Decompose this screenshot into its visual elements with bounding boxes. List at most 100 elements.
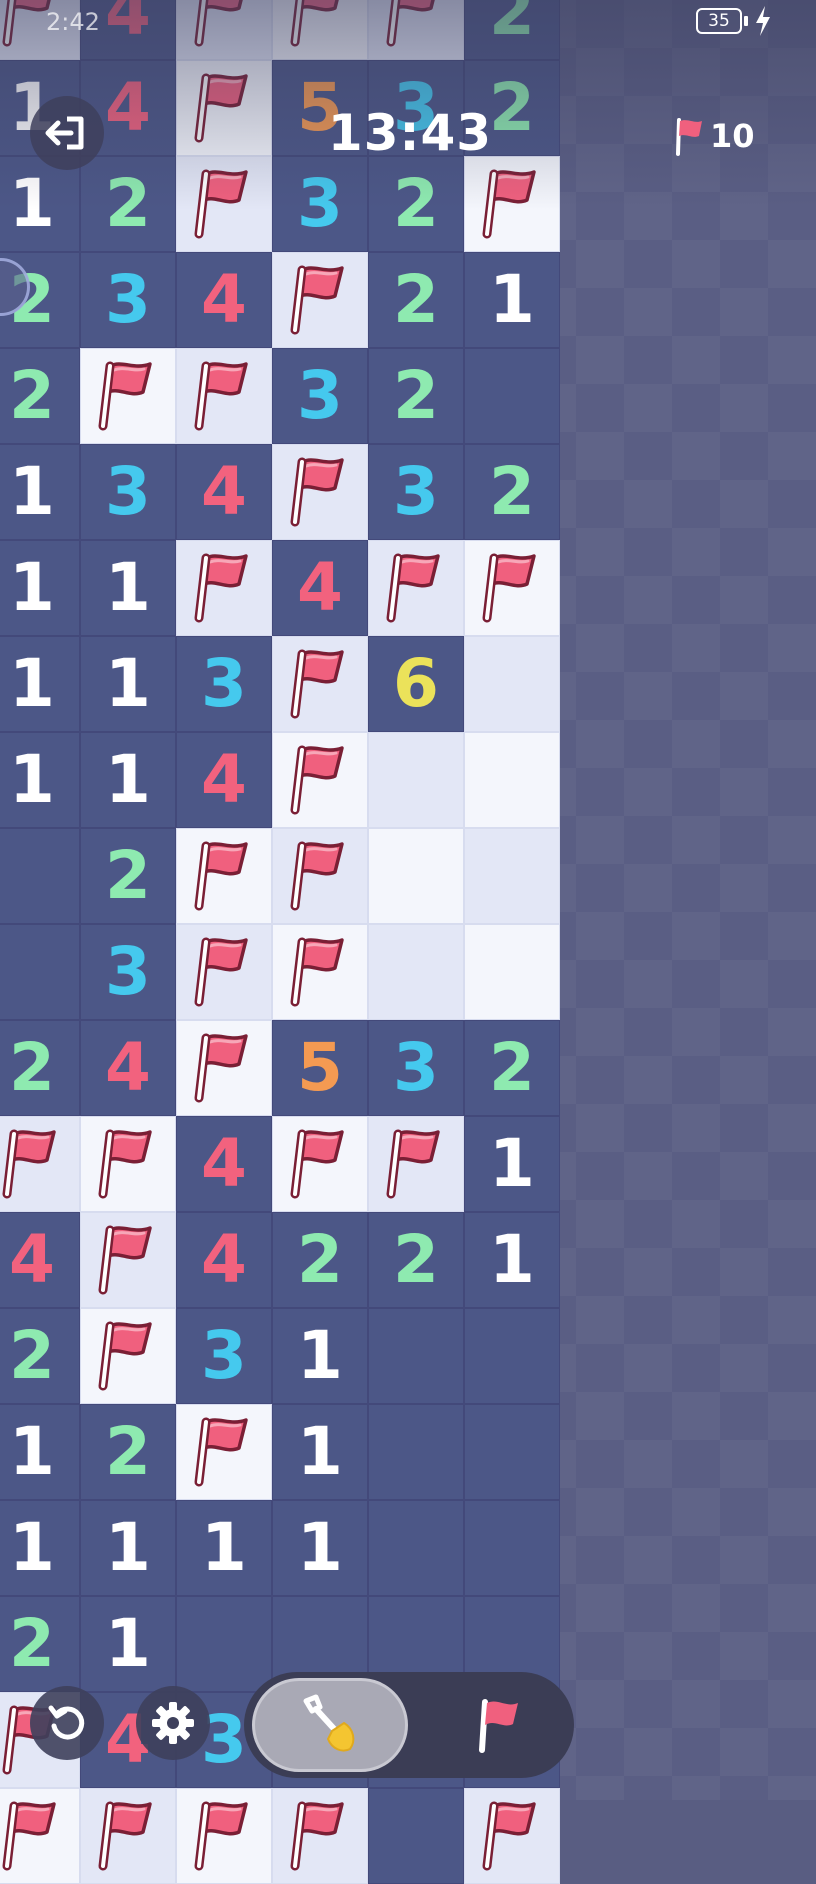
flagged-cell[interactable] [272, 1116, 368, 1212]
flagged-cell[interactable] [368, 0, 464, 60]
flagged-cell[interactable] [464, 156, 560, 252]
number-cell[interactable]: 3 [176, 1308, 272, 1404]
number-cell[interactable]: 1 [0, 1500, 80, 1596]
flagged-cell[interactable] [176, 828, 272, 924]
hidden-cell[interactable] [368, 924, 464, 1020]
flagged-cell[interactable] [368, 540, 464, 636]
number-cell[interactable]: 2 [368, 1212, 464, 1308]
flagged-cell[interactable] [176, 1020, 272, 1116]
number-cell[interactable]: 4 [176, 1116, 272, 1212]
flagged-cell[interactable] [176, 348, 272, 444]
number-cell[interactable]: 2 [368, 252, 464, 348]
dig-mode-button[interactable] [252, 1678, 408, 1772]
number-cell[interactable]: 1 [0, 156, 80, 252]
number-cell[interactable]: 1 [80, 1500, 176, 1596]
empty-cell[interactable] [368, 1308, 464, 1404]
flagged-cell[interactable] [272, 732, 368, 828]
number-cell[interactable]: 4 [272, 540, 368, 636]
number-cell[interactable]: 2 [464, 0, 560, 60]
settings-button[interactable] [136, 1686, 210, 1760]
number-cell[interactable]: 1 [0, 540, 80, 636]
flagged-cell[interactable] [176, 156, 272, 252]
number-cell[interactable]: 4 [176, 252, 272, 348]
empty-cell[interactable] [368, 1788, 464, 1884]
number-cell[interactable]: 3 [176, 636, 272, 732]
mode-toggle[interactable] [244, 1672, 574, 1778]
empty-cell[interactable] [368, 1500, 464, 1596]
flagged-cell[interactable] [272, 828, 368, 924]
hidden-cell[interactable] [368, 828, 464, 924]
number-cell[interactable]: 2 [0, 348, 80, 444]
number-cell[interactable]: 2 [80, 1404, 176, 1500]
hidden-cell[interactable] [464, 924, 560, 1020]
minesweeper-board[interactable]: 4214532123223421232134321141136114232453… [0, 0, 560, 1884]
number-cell[interactable]: 1 [0, 732, 80, 828]
flagged-cell[interactable] [176, 1788, 272, 1884]
empty-cell[interactable] [368, 1404, 464, 1500]
number-cell[interactable]: 3 [80, 252, 176, 348]
number-cell[interactable]: 5 [272, 1020, 368, 1116]
number-cell[interactable]: 1 [464, 1212, 560, 1308]
flagged-cell[interactable] [464, 540, 560, 636]
exit-button[interactable] [30, 96, 104, 170]
empty-cell[interactable] [464, 1404, 560, 1500]
number-cell[interactable]: 3 [80, 924, 176, 1020]
flagged-cell[interactable] [80, 348, 176, 444]
hidden-cell[interactable] [464, 636, 560, 732]
number-cell[interactable]: 2 [272, 1212, 368, 1308]
number-cell[interactable]: 1 [0, 1404, 80, 1500]
number-cell[interactable]: 2 [0, 1020, 80, 1116]
number-cell[interactable]: 4 [176, 1212, 272, 1308]
hidden-cell[interactable] [368, 732, 464, 828]
flagged-cell[interactable] [80, 1308, 176, 1404]
flagged-cell[interactable] [176, 0, 272, 60]
number-cell[interactable]: 2 [80, 156, 176, 252]
number-cell[interactable]: 4 [176, 732, 272, 828]
number-cell[interactable]: 1 [0, 444, 80, 540]
hidden-cell[interactable] [464, 732, 560, 828]
flagged-cell[interactable] [0, 1116, 80, 1212]
flagged-cell[interactable] [80, 1116, 176, 1212]
hidden-cell[interactable] [464, 828, 560, 924]
number-cell[interactable]: 1 [176, 1500, 272, 1596]
number-cell[interactable]: 6 [368, 636, 464, 732]
empty-cell[interactable] [464, 1308, 560, 1404]
number-cell[interactable]: 2 [464, 1020, 560, 1116]
number-cell[interactable]: 3 [368, 1020, 464, 1116]
number-cell[interactable]: 2 [0, 1308, 80, 1404]
flagged-cell[interactable] [176, 924, 272, 1020]
number-cell[interactable]: 3 [80, 444, 176, 540]
flagged-cell[interactable] [176, 1404, 272, 1500]
flagged-cell[interactable] [80, 1788, 176, 1884]
empty-cell[interactable] [464, 1500, 560, 1596]
empty-cell[interactable] [0, 828, 80, 924]
number-cell[interactable]: 1 [464, 252, 560, 348]
flagged-cell[interactable] [272, 0, 368, 60]
number-cell[interactable]: 4 [176, 444, 272, 540]
flagged-cell[interactable] [272, 1788, 368, 1884]
number-cell[interactable]: 4 [80, 1020, 176, 1116]
number-cell[interactable]: 1 [80, 636, 176, 732]
flagged-cell[interactable] [0, 1788, 80, 1884]
number-cell[interactable]: 4 [0, 1212, 80, 1308]
number-cell[interactable]: 1 [464, 1116, 560, 1212]
number-cell[interactable]: 1 [80, 732, 176, 828]
number-cell[interactable]: 3 [368, 444, 464, 540]
number-cell[interactable]: 2 [80, 828, 176, 924]
flag-mode-button[interactable] [434, 1678, 564, 1772]
flagged-cell[interactable] [464, 1788, 560, 1884]
number-cell[interactable]: 1 [272, 1404, 368, 1500]
flagged-cell[interactable] [368, 1116, 464, 1212]
number-cell[interactable]: 1 [0, 636, 80, 732]
number-cell[interactable]: 2 [368, 348, 464, 444]
flagged-cell[interactable] [272, 924, 368, 1020]
flagged-cell[interactable] [272, 636, 368, 732]
flagged-cell[interactable] [272, 252, 368, 348]
number-cell[interactable]: 2 [464, 444, 560, 540]
number-cell[interactable]: 3 [272, 156, 368, 252]
number-cell[interactable]: 2 [368, 156, 464, 252]
flagged-cell[interactable] [272, 444, 368, 540]
number-cell[interactable]: 1 [272, 1308, 368, 1404]
number-cell[interactable]: 1 [272, 1500, 368, 1596]
undo-button[interactable] [30, 1686, 104, 1760]
